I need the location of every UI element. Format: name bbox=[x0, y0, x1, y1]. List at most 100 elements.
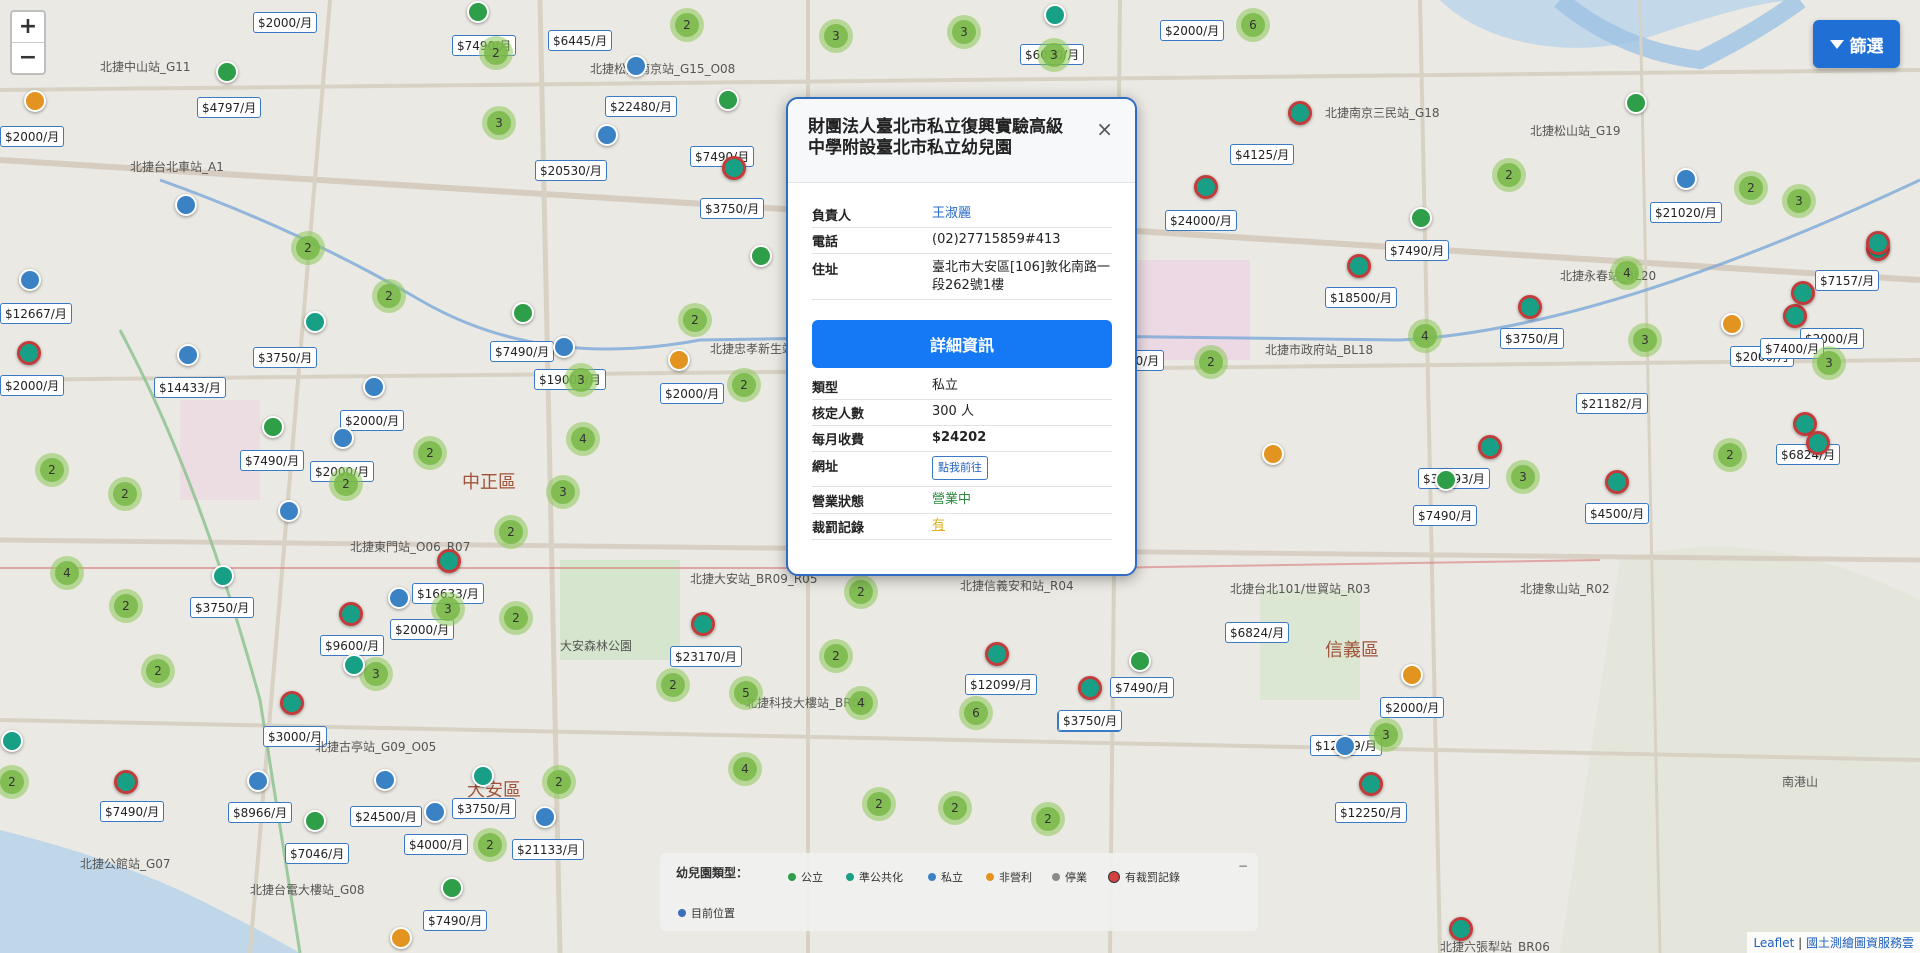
kindergarten-marker[interactable] bbox=[472, 765, 494, 787]
kindergarten-marker[interactable] bbox=[985, 642, 1009, 666]
cluster-marker[interactable]: 3 bbox=[1037, 38, 1071, 72]
kindergarten-marker[interactable] bbox=[363, 376, 385, 398]
cluster-marker[interactable]: 2 bbox=[1492, 158, 1526, 192]
price-label[interactable]: $23170/月 bbox=[670, 646, 742, 667]
cluster-marker[interactable]: 2 bbox=[670, 8, 704, 42]
attribution-source-link[interactable]: 國土測繪圖資服務雲 bbox=[1806, 936, 1914, 950]
price-label[interactable]: $9600/月 bbox=[320, 635, 385, 656]
kindergarten-marker[interactable] bbox=[1044, 4, 1066, 26]
cluster-marker[interactable]: 2 bbox=[819, 639, 853, 673]
kindergarten-marker[interactable] bbox=[722, 156, 746, 180]
cluster-marker[interactable]: 3 bbox=[947, 15, 981, 49]
kindergarten-marker[interactable] bbox=[1625, 92, 1647, 114]
kindergarten-marker[interactable] bbox=[1449, 917, 1473, 941]
price-label[interactable]: $6824/月 bbox=[1225, 622, 1290, 643]
price-label[interactable]: $18500/月 bbox=[1325, 287, 1397, 308]
price-label[interactable]: $7046/月 bbox=[285, 843, 350, 864]
cluster-marker[interactable]: 2 bbox=[473, 828, 507, 862]
price-label[interactable]: $14433/月 bbox=[154, 377, 226, 398]
cluster-marker[interactable]: 2 bbox=[413, 436, 447, 470]
price-label[interactable]: $3750/月 bbox=[190, 597, 255, 618]
kindergarten-marker[interactable] bbox=[1410, 207, 1432, 229]
cluster-marker[interactable]: 2 bbox=[109, 589, 143, 623]
cluster-marker[interactable]: 3 bbox=[564, 363, 598, 397]
cluster-marker[interactable]: 2 bbox=[329, 467, 363, 501]
kindergarten-marker[interactable] bbox=[1783, 304, 1807, 328]
cluster-marker[interactable]: 2 bbox=[141, 654, 175, 688]
kindergarten-marker[interactable] bbox=[1078, 676, 1102, 700]
value-penalty[interactable]: 有 bbox=[932, 517, 1112, 535]
kindergarten-marker[interactable] bbox=[1791, 281, 1815, 305]
cluster-marker[interactable]: 3 bbox=[546, 475, 580, 509]
price-label[interactable]: $7490/月 bbox=[490, 341, 555, 362]
cluster-marker[interactable]: 3 bbox=[1782, 184, 1816, 218]
kindergarten-marker[interactable] bbox=[1262, 443, 1284, 465]
kindergarten-marker[interactable] bbox=[1806, 431, 1830, 455]
cluster-marker[interactable]: 2 bbox=[494, 515, 528, 549]
price-label[interactable]: $7490/月 bbox=[423, 910, 488, 931]
price-label[interactable]: $7490/月 bbox=[1413, 505, 1478, 526]
zoom-in-button[interactable]: + bbox=[12, 12, 44, 43]
kindergarten-marker[interactable] bbox=[304, 810, 326, 832]
price-label[interactable]: $3750/月 bbox=[1058, 710, 1123, 731]
price-label[interactable]: $4125/月 bbox=[1230, 144, 1295, 165]
cluster-marker[interactable]: 3 bbox=[1369, 718, 1403, 752]
price-label[interactable]: $3750/月 bbox=[700, 198, 765, 219]
price-label[interactable]: $12099/月 bbox=[965, 674, 1037, 695]
detail-info-button[interactable]: 詳細資訊 bbox=[812, 320, 1112, 368]
kindergarten-marker[interactable] bbox=[390, 927, 412, 949]
price-label[interactable]: $2000/月 bbox=[660, 383, 725, 404]
kindergarten-marker[interactable] bbox=[262, 416, 284, 438]
cluster-marker[interactable]: 6 bbox=[959, 696, 993, 730]
price-label[interactable]: $7490/月 bbox=[1110, 677, 1175, 698]
kindergarten-marker[interactable] bbox=[343, 654, 365, 676]
kindergarten-marker[interactable] bbox=[247, 770, 269, 792]
kindergarten-marker[interactable] bbox=[19, 269, 41, 291]
cluster-marker[interactable]: 2 bbox=[938, 791, 972, 825]
cluster-marker[interactable]: 2 bbox=[291, 231, 325, 265]
kindergarten-marker[interactable] bbox=[1194, 175, 1218, 199]
cluster-marker[interactable]: 4 bbox=[844, 686, 878, 720]
cluster-marker[interactable]: 2 bbox=[1194, 345, 1228, 379]
kindergarten-marker[interactable] bbox=[332, 427, 354, 449]
kindergarten-marker[interactable] bbox=[424, 801, 446, 823]
cluster-marker[interactable]: 2 bbox=[1734, 171, 1768, 205]
price-label[interactable]: $21020/月 bbox=[1650, 202, 1722, 223]
kindergarten-marker[interactable] bbox=[625, 55, 647, 77]
kindergarten-marker[interactable] bbox=[216, 61, 238, 83]
kindergarten-marker[interactable] bbox=[212, 565, 234, 587]
price-label[interactable]: $2000/月 bbox=[1380, 697, 1445, 718]
value-owner[interactable]: 王淑麗 bbox=[932, 205, 1112, 223]
price-label[interactable]: $2000/月 bbox=[340, 410, 405, 431]
kindergarten-marker[interactable] bbox=[1359, 772, 1383, 796]
cluster-marker[interactable]: 4 bbox=[1408, 319, 1442, 353]
cluster-marker[interactable]: 2 bbox=[542, 765, 576, 799]
cluster-marker[interactable]: 3 bbox=[819, 19, 853, 53]
cluster-marker[interactable]: 4 bbox=[1610, 256, 1644, 290]
cluster-marker[interactable]: 2 bbox=[656, 668, 690, 702]
leaflet-link[interactable]: Leaflet bbox=[1753, 936, 1794, 950]
kindergarten-marker[interactable] bbox=[596, 124, 618, 146]
filter-button[interactable]: 篩選 bbox=[1813, 20, 1900, 68]
kindergarten-marker[interactable] bbox=[278, 500, 300, 522]
price-label[interactable]: $3750/月 bbox=[1500, 328, 1565, 349]
kindergarten-marker[interactable] bbox=[1334, 735, 1356, 757]
close-icon[interactable]: × bbox=[1096, 117, 1113, 141]
zoom-out-button[interactable]: − bbox=[12, 43, 44, 73]
price-label[interactable]: $24500/月 bbox=[350, 806, 422, 827]
kindergarten-marker[interactable] bbox=[750, 245, 772, 267]
kindergarten-marker[interactable] bbox=[1401, 664, 1423, 686]
cluster-marker[interactable]: 5 bbox=[729, 676, 763, 710]
cluster-marker[interactable]: 3 bbox=[431, 592, 465, 626]
kindergarten-marker[interactable] bbox=[1721, 313, 1743, 335]
price-label[interactable]: $4797/月 bbox=[197, 97, 262, 118]
cluster-marker[interactable]: 2 bbox=[372, 279, 406, 313]
cluster-marker[interactable]: 2 bbox=[727, 368, 761, 402]
cluster-marker[interactable]: 3 bbox=[1506, 460, 1540, 494]
price-label[interactable]: $7490/月 bbox=[100, 801, 165, 822]
kindergarten-marker[interactable] bbox=[1675, 168, 1697, 190]
price-label[interactable]: $3750/月 bbox=[253, 347, 318, 368]
kindergarten-marker[interactable] bbox=[339, 602, 363, 626]
kindergarten-marker[interactable] bbox=[114, 770, 138, 794]
kindergarten-marker[interactable] bbox=[1866, 231, 1890, 255]
